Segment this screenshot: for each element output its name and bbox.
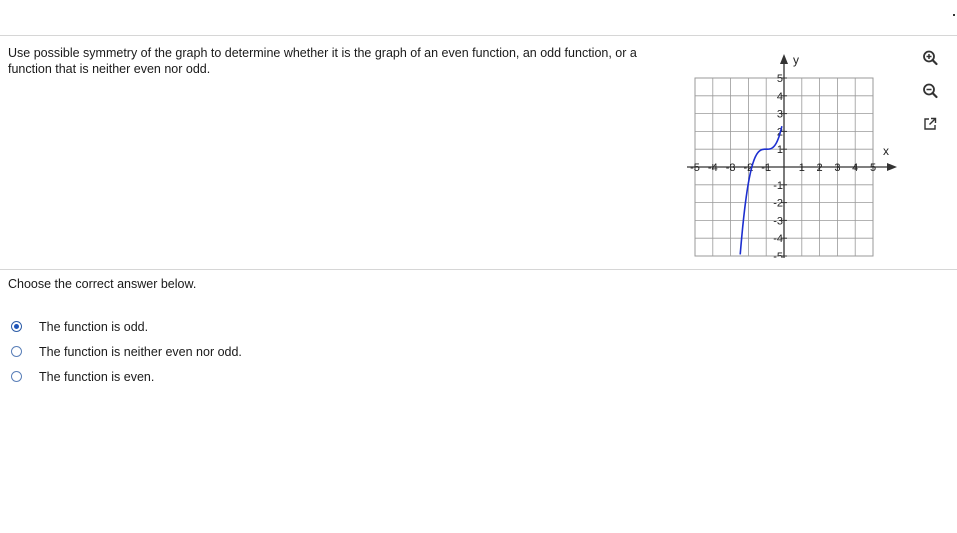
popout-icon	[924, 117, 937, 130]
y-tick-label: 4	[777, 91, 783, 103]
option-radio[interactable]	[11, 321, 22, 332]
x-tick-label: -3	[726, 162, 736, 174]
x-tick-label: -5	[690, 162, 700, 174]
graph: x y -5 -4 -3 -2 -1 1 2 3 4 5 5 4 3 2 1 -1 -2 -3 -4 -5	[680, 46, 910, 263]
middle-divider	[0, 269, 957, 270]
option-odd[interactable]: The function is odd.	[8, 314, 242, 339]
y-tick-label: -4	[773, 233, 783, 245]
option-even[interactable]: The function is even.	[8, 364, 242, 389]
option-label: The function is neither even nor odd.	[39, 344, 242, 359]
top-divider	[0, 35, 957, 36]
y-tick-label: -5	[773, 251, 783, 258]
zoom-in-icon	[923, 50, 938, 66]
option-neither[interactable]: The function is neither even nor odd.	[8, 339, 242, 364]
y-axis-arrow	[780, 54, 788, 64]
option-label: The function is even.	[39, 369, 155, 384]
zoom-in-button[interactable]	[920, 48, 940, 68]
answer-options: The function is odd. The function is nei…	[8, 314, 242, 389]
y-tick-label: 3	[777, 109, 783, 121]
zoom-out-button[interactable]	[920, 81, 940, 101]
x-tick-label: 1	[799, 162, 805, 174]
option-label: The function is odd.	[39, 319, 149, 334]
x-tick-label: 5	[870, 162, 876, 174]
x-tick-label: 2	[817, 162, 823, 174]
x-tick-label: 3	[834, 162, 840, 174]
x-tick-label: 4	[852, 162, 858, 174]
question-text: Use possible symmetry of the graph to de…	[8, 46, 637, 76]
corner-dot	[953, 14, 955, 16]
y-tick-label: -2	[773, 198, 783, 210]
x-tick-label: -1	[761, 162, 771, 174]
y-axis-label: y	[793, 53, 799, 67]
popout-button[interactable]	[920, 114, 940, 134]
option-radio[interactable]	[11, 346, 22, 357]
option-radio[interactable]	[11, 371, 22, 382]
answer-prompt: Choose the correct answer below.	[8, 277, 197, 291]
y-tick-label: -1	[773, 180, 783, 192]
zoom-out-icon	[923, 83, 938, 99]
y-tick-label: -3	[773, 215, 783, 227]
graph-svg: xy-5 -4 -3 -2 -1 1 2 3 4 554321-1-2-3-4-5	[687, 53, 897, 263]
y-tick-label: 1	[777, 144, 783, 156]
x-axis-arrow	[887, 163, 897, 171]
graph-toolbar	[920, 48, 946, 147]
x-axis-label: x	[883, 144, 889, 158]
y-tick-label: 5	[777, 73, 783, 85]
x-tick-label: -4	[708, 162, 718, 174]
